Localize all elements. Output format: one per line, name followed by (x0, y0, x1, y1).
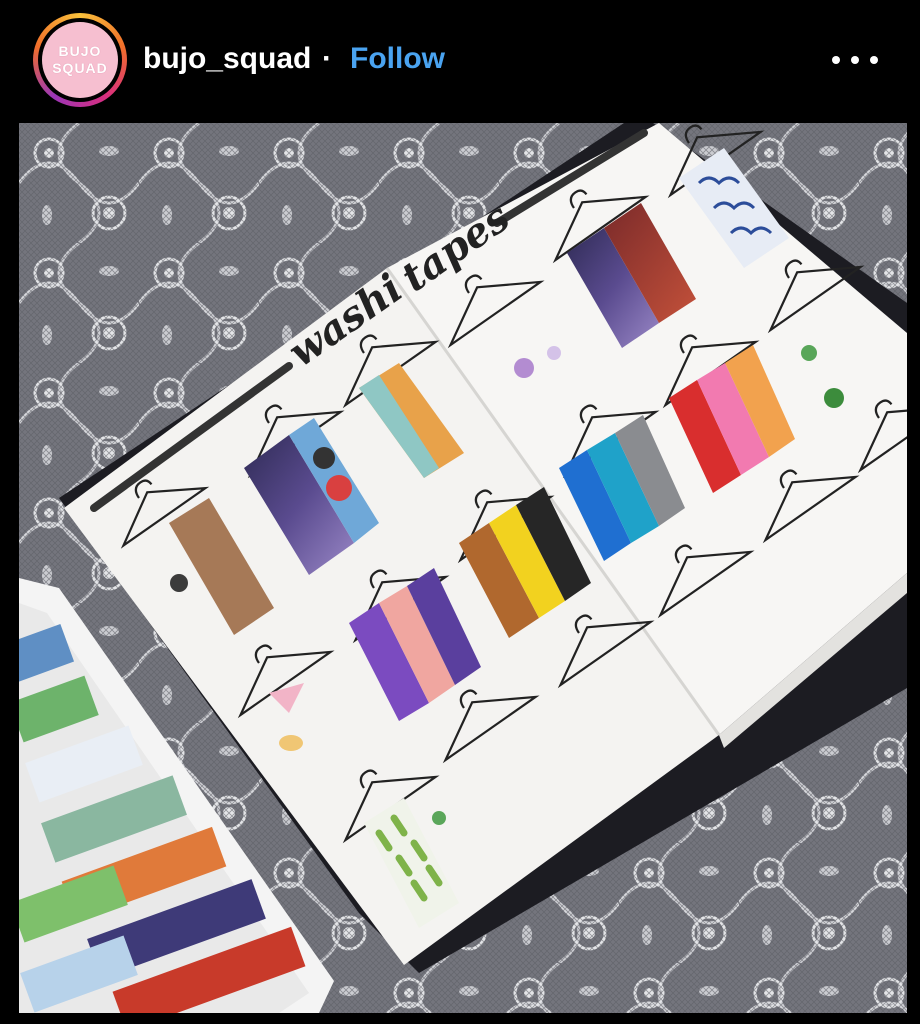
separator-dot: · (322, 42, 332, 75)
avatar-logo-line1: BUJO (58, 43, 102, 59)
avatar-logo: BUJO SQUAD (42, 22, 118, 98)
more-options-icon[interactable] (832, 44, 878, 76)
post-header: BUJO SQUAD bujo_squad · Follow (0, 0, 920, 122)
follow-button[interactable]: Follow (350, 42, 445, 76)
username-link[interactable]: bujo_squad (143, 42, 311, 76)
post-photo[interactable]: washi tapes (19, 123, 907, 1013)
avatar-logo-line2: SQUAD (52, 60, 108, 76)
avatar[interactable]: BUJO SQUAD (33, 13, 127, 107)
